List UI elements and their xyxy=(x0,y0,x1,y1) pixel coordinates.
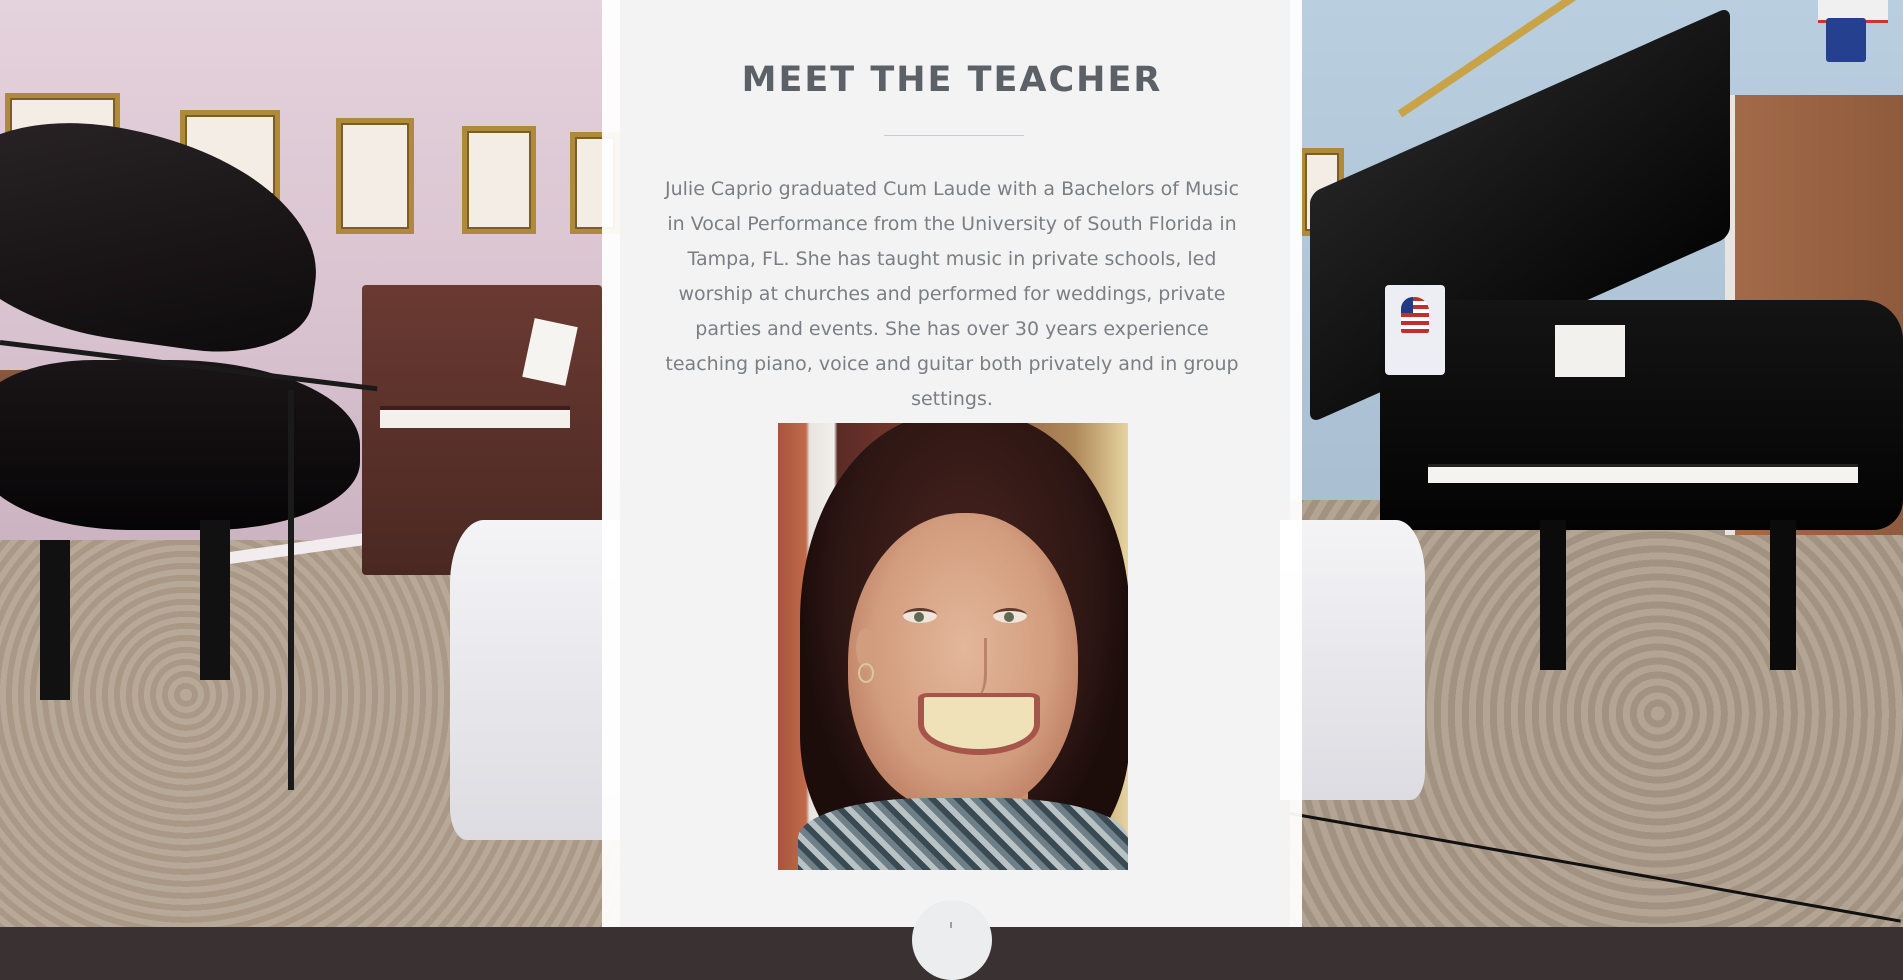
wall-picture-frame xyxy=(336,118,414,234)
table-with-cloth-left xyxy=(450,520,620,840)
grand-piano-body-left xyxy=(0,360,360,530)
scroll-down-button[interactable] xyxy=(912,900,992,980)
scroll-down-icon xyxy=(950,922,952,928)
portrait-ear xyxy=(856,628,874,668)
teacher-bio: Julie Caprio graduated Cum Laude with a … xyxy=(664,178,1240,410)
piano-leg xyxy=(200,520,230,680)
piano-leg xyxy=(1770,520,1796,670)
mic-stand xyxy=(288,390,294,790)
portrait-eye xyxy=(993,608,1027,623)
section-title: MEET THE TEACHER xyxy=(741,60,1163,100)
info-card xyxy=(1555,325,1625,377)
portrait-smile xyxy=(918,693,1040,755)
upright-piano-keys xyxy=(380,406,570,428)
piano-leg xyxy=(40,540,70,700)
meet-the-teacher-panel: MEET THE TEACHER Julie Caprio graduated … xyxy=(602,0,1302,980)
grand-piano-keys-right xyxy=(1428,464,1858,483)
title-divider xyxy=(884,135,1024,136)
piano-leg xyxy=(1540,520,1566,670)
teacher-portrait xyxy=(778,423,1128,870)
portrait-patterned-top xyxy=(798,798,1128,870)
portrait-nose xyxy=(958,638,987,698)
portrait-eye xyxy=(903,608,937,623)
made-in-usa-card xyxy=(1385,285,1445,375)
restroom-sign xyxy=(1826,18,1866,62)
wall-picture-frame xyxy=(462,126,536,234)
grand-piano-body-right xyxy=(1380,300,1903,530)
portrait-earring xyxy=(858,663,874,683)
